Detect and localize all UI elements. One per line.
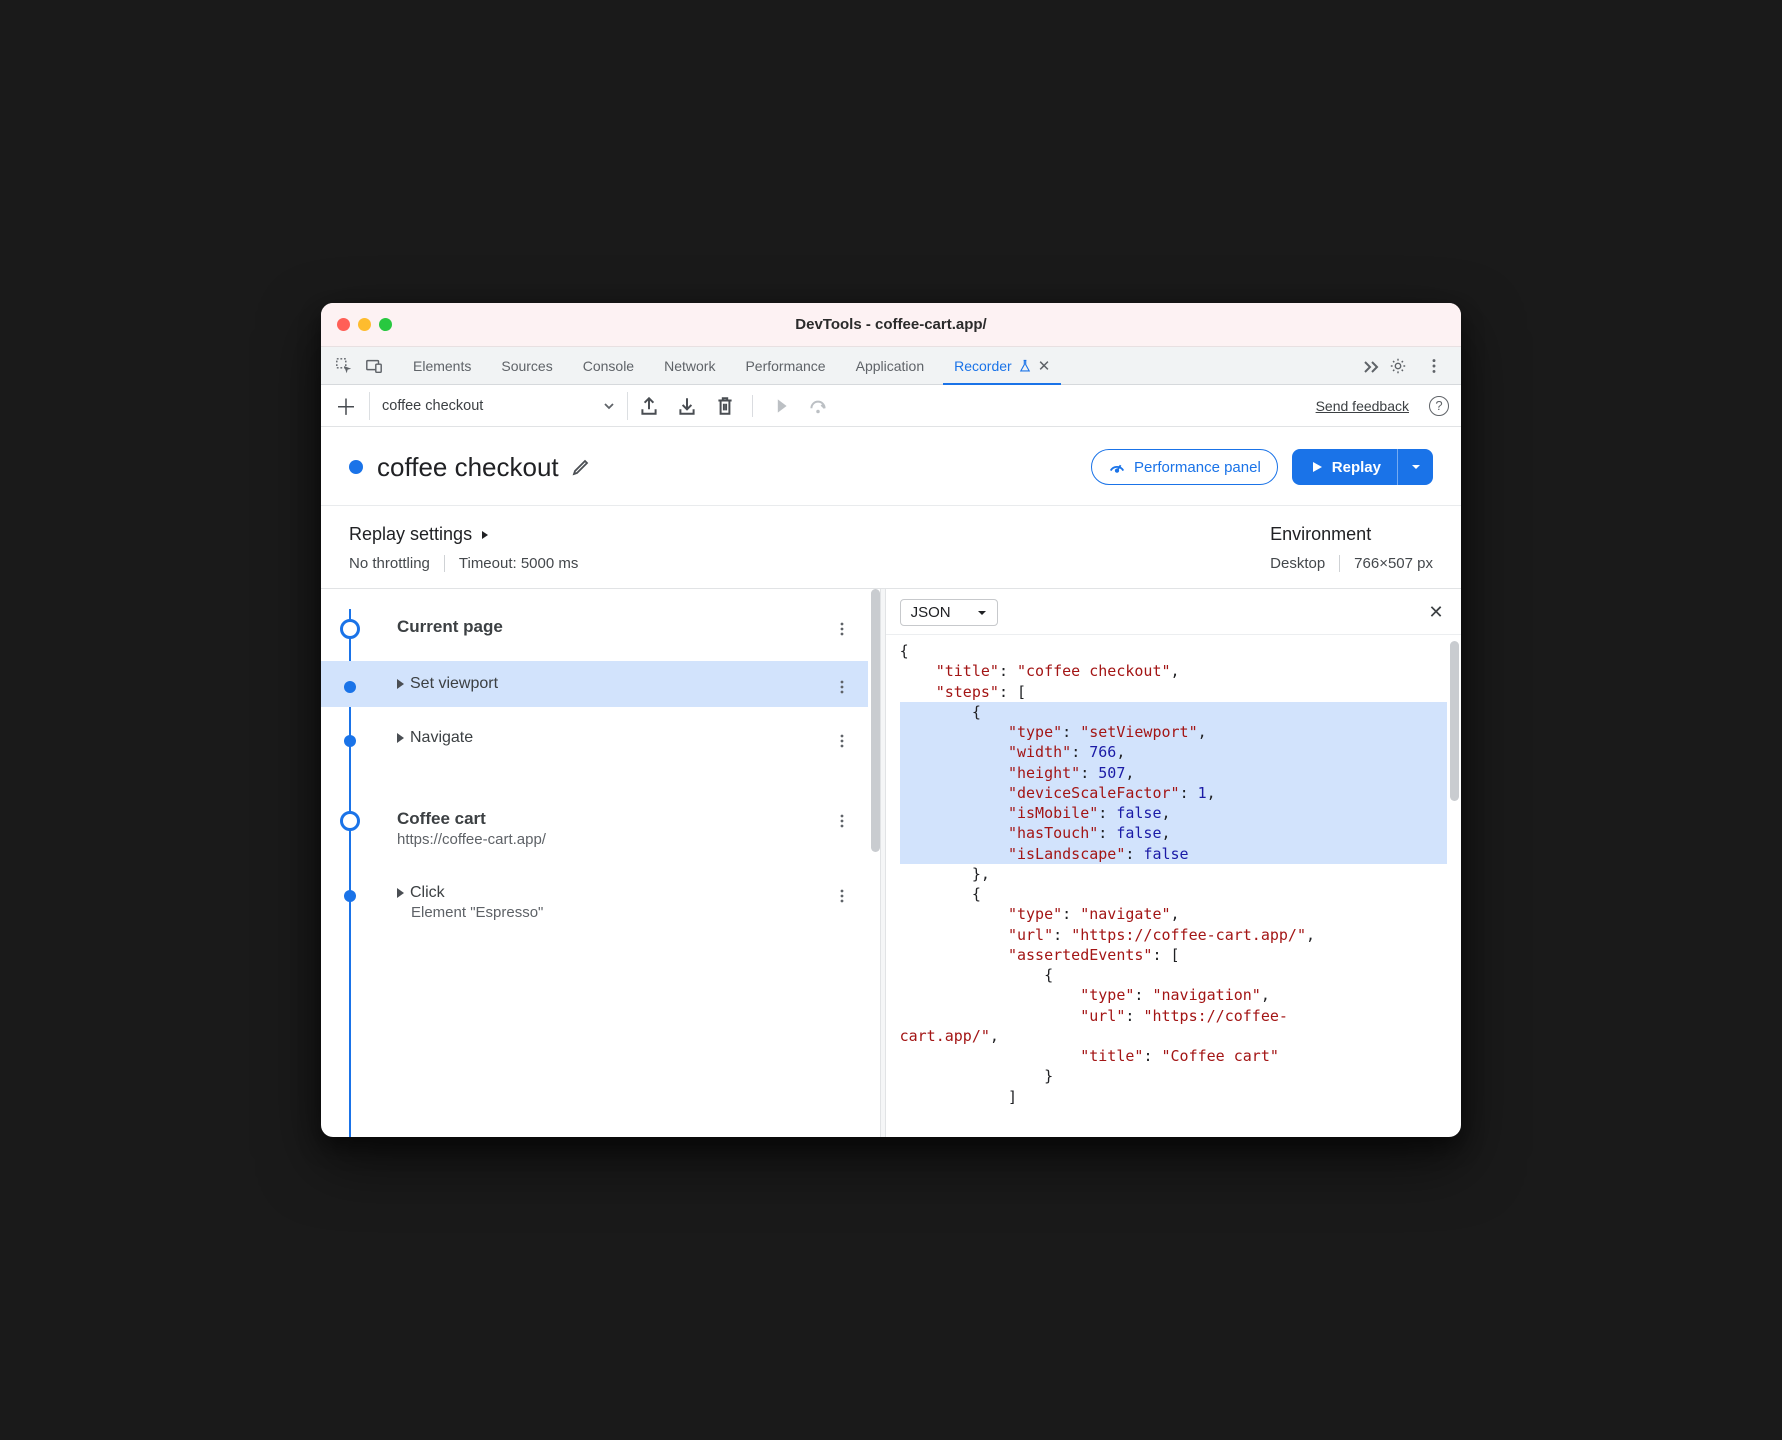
minimize-window-button[interactable] [358,318,371,331]
environment-heading: Environment [1270,524,1433,545]
recording-select-label: coffee checkout [382,398,483,414]
step-navigate[interactable]: Navigate [321,715,868,761]
caret-right-icon [397,733,404,743]
step-menu-icon[interactable] [834,888,850,904]
devtools-window: DevTools - coffee-cart.app/ Elements Sou… [321,303,1461,1137]
recorder-toolbar-actions [638,395,829,417]
env-device: Desktop [1270,555,1325,572]
throttling-value: No throttling [349,555,430,572]
devtools-tabstrip: Elements Sources Console Network Perform… [321,347,1461,385]
timeout-value: Timeout: 5000 ms [444,555,579,572]
tab-elements[interactable]: Elements [399,347,485,384]
tab-application[interactable]: Application [842,347,939,384]
recording-title: coffee checkout [377,452,559,483]
tab-performance[interactable]: Performance [731,347,839,384]
steps-pane: Current page Set viewport Navigate [321,589,880,1137]
step-menu-icon[interactable] [834,813,850,829]
recording-select[interactable]: coffee checkout [369,392,628,420]
device-toggle-icon[interactable] [361,353,387,379]
step-forward-icon[interactable] [769,395,791,417]
import-icon[interactable] [676,395,698,417]
send-feedback-link[interactable]: Send feedback [1316,398,1409,414]
recording-header: coffee checkout Performance panel Replay [321,427,1461,506]
step-menu-icon[interactable] [834,621,850,637]
edit-title-icon[interactable] [571,457,591,477]
traffic-lights [337,318,392,331]
step-section-current-page[interactable]: Current page [321,603,868,651]
tab-network[interactable]: Network [650,347,729,384]
caret-right-icon [397,679,404,689]
tab-recorder[interactable]: Recorder ✕ [940,347,1064,384]
export-icon[interactable] [638,395,660,417]
settings-gear-icon[interactable] [1385,353,1411,379]
replay-button-label: Replay [1332,459,1381,476]
scrollbar[interactable] [1450,641,1459,801]
step-menu-icon[interactable] [834,733,850,749]
tab-sources[interactable]: Sources [487,347,566,384]
performance-panel-button[interactable]: Performance panel [1091,449,1278,485]
tabs-container: Elements Sources Console Network Perform… [399,347,1351,384]
code-pane: JSON ✕ { "title": "coffee checkout", "st… [886,589,1461,1137]
caret-right-icon [397,888,404,898]
delete-icon[interactable] [714,395,736,417]
flask-icon [1018,359,1032,373]
performance-panel-label: Performance panel [1134,459,1261,476]
caret-right-icon [480,530,490,540]
more-tabs-icon[interactable] [1361,356,1381,376]
env-size: 766×507 px [1339,555,1433,572]
scrollbar[interactable] [871,589,880,852]
close-panel-icon[interactable]: ✕ [1425,602,1447,624]
kebab-menu-icon[interactable] [1421,353,1447,379]
tab-console[interactable]: Console [569,347,648,384]
recording-status-dot [349,460,363,474]
step-set-viewport[interactable]: Set viewport [321,661,868,707]
step-section-coffee-cart[interactable]: Coffee cart https://coffee-cart.app/ [321,795,868,862]
close-tab-icon[interactable]: ✕ [1038,357,1051,375]
replay-settings-heading[interactable]: Replay settings [349,524,1270,545]
recorder-toolbar: ＋ coffee checkout [321,385,1461,427]
replay-button[interactable]: Replay [1292,449,1397,485]
add-recording-button[interactable]: ＋ [333,393,359,419]
close-window-button[interactable] [337,318,350,331]
json-code[interactable]: { "title": "coffee checkout", "steps": [… [886,635,1461,1137]
titlebar: DevTools - coffee-cart.app/ [321,303,1461,347]
maximize-window-button[interactable] [379,318,392,331]
step-click-espresso[interactable]: Click Element "Espresso" [321,870,868,935]
step-over-icon[interactable] [807,395,829,417]
window-title: DevTools - coffee-cart.app/ [335,316,1447,333]
step-menu-icon[interactable] [834,679,850,695]
code-pane-header: JSON ✕ [886,589,1461,635]
help-icon[interactable]: ? [1429,396,1449,416]
chevron-down-icon [603,400,615,412]
export-format-select[interactable]: JSON [900,599,998,626]
settings-row: Replay settings No throttling Timeout: 5… [321,506,1461,589]
export-format-label: JSON [911,604,951,621]
replay-dropdown-button[interactable] [1397,449,1433,485]
inspect-icon[interactable] [331,353,357,379]
main-split: Current page Set viewport Navigate [321,589,1461,1137]
